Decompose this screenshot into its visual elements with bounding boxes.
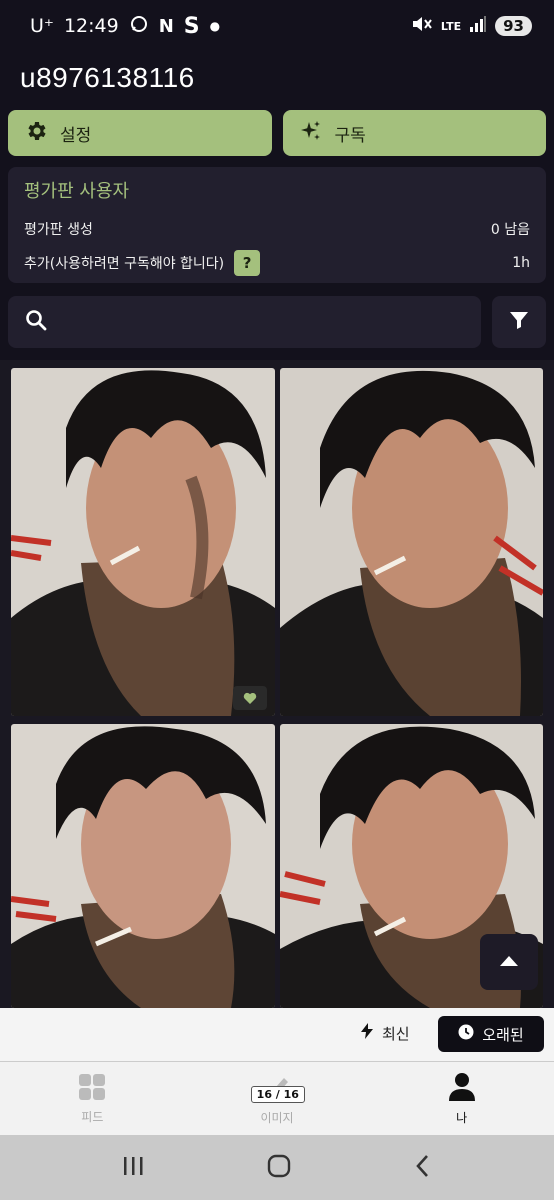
caret-up-icon <box>498 953 520 972</box>
network-type-text: LTE <box>440 19 462 33</box>
image-tile[interactable] <box>280 368 543 716</box>
carrier-text: U⁺ <box>30 15 54 37</box>
mute-icon <box>411 14 433 39</box>
lightning-icon <box>360 1022 374 1044</box>
trial-extra-row: 추가(사용하려면 구독해야 합니다) ? 1h <box>24 249 530 277</box>
home-icon[interactable] <box>266 1153 292 1183</box>
trial-status-card: 평가판 사용자 평가판 생성 0 남음 추가(사용하려면 구독해야 합니다) ?… <box>8 167 546 283</box>
sort-newest-button[interactable]: 최신 <box>360 1022 410 1044</box>
generated-portrait-image <box>11 724 275 1008</box>
filter-button[interactable] <box>492 296 546 348</box>
back-icon[interactable] <box>413 1153 433 1183</box>
sort-bar: 최신 오래된 <box>0 1008 554 1062</box>
sort-oldest-button[interactable]: 오래된 <box>438 1016 544 1052</box>
nav-me[interactable]: 나 <box>369 1062 554 1135</box>
scroll-to-top-button[interactable] <box>480 934 538 990</box>
image-tile[interactable] <box>11 368 275 716</box>
generated-portrait-image <box>11 368 275 716</box>
nav-feed-label: 피드 <box>81 1109 104 1124</box>
sort-newest-label: 최신 <box>382 1024 410 1043</box>
help-button[interactable]: ? <box>234 250 261 276</box>
clock-text: 12:49 <box>63 15 119 37</box>
chat-notification-icon <box>129 14 149 39</box>
settings-button[interactable]: 설정 <box>8 110 272 156</box>
sort-oldest-label: 오래된 <box>482 1025 524 1044</box>
battery-indicator: 93 <box>495 16 532 36</box>
favorite-badge[interactable] <box>233 686 267 710</box>
user-icon <box>448 1072 476 1105</box>
heart-icon <box>243 692 257 705</box>
username-title: u8976138116 <box>20 62 195 93</box>
grid-icon <box>78 1073 106 1104</box>
generated-portrait-image <box>280 368 543 716</box>
trial-create-value: 0 남음 <box>490 222 530 238</box>
nav-feed[interactable]: 피드 <box>0 1062 185 1135</box>
nav-me-label: 나 <box>456 1110 468 1125</box>
settings-label: 설정 <box>60 125 92 146</box>
sparkle-icon <box>299 119 323 148</box>
nav-images[interactable]: 16 / 16 이미지 <box>185 1062 370 1135</box>
more-notifications-icon: ● <box>209 19 221 33</box>
trial-title: 평가판 사용자 <box>24 181 130 202</box>
signal-icon <box>469 15 487 38</box>
trial-create-label: 평가판 생성 <box>24 222 93 238</box>
trial-extra-label: 추가(사용하려면 구독해야 합니다) <box>24 256 225 272</box>
trial-create-row: 평가판 생성 0 남음 <box>24 215 530 243</box>
status-bar: U⁺ 12:49 N S ● LTE 93 <box>0 0 554 52</box>
trial-extra-value: 1h <box>512 255 530 271</box>
profile-actions: 설정 구독 <box>8 110 546 156</box>
image-tile[interactable] <box>11 724 275 1008</box>
search-bar[interactable] <box>8 296 481 348</box>
image-grid <box>0 360 554 1008</box>
clock-icon <box>458 1024 474 1044</box>
subscribe-button[interactable]: 구독 <box>282 110 546 156</box>
image-count-badge: 16 / 16 <box>250 1086 305 1103</box>
nav-images-label: 이미지 <box>260 1110 294 1125</box>
bottom-navigation: 피드 16 / 16 이미지 나 <box>0 1062 554 1135</box>
system-navigation-bar <box>0 1135 554 1200</box>
s-notification-icon: S <box>183 13 200 39</box>
gear-icon <box>24 119 48 148</box>
search-input[interactable] <box>60 312 481 332</box>
subscribe-label: 구독 <box>334 125 366 146</box>
n-notification-icon: N <box>158 15 174 37</box>
search-icon <box>24 308 48 336</box>
recent-apps-icon[interactable] <box>121 1154 145 1182</box>
filter-icon <box>507 308 531 336</box>
